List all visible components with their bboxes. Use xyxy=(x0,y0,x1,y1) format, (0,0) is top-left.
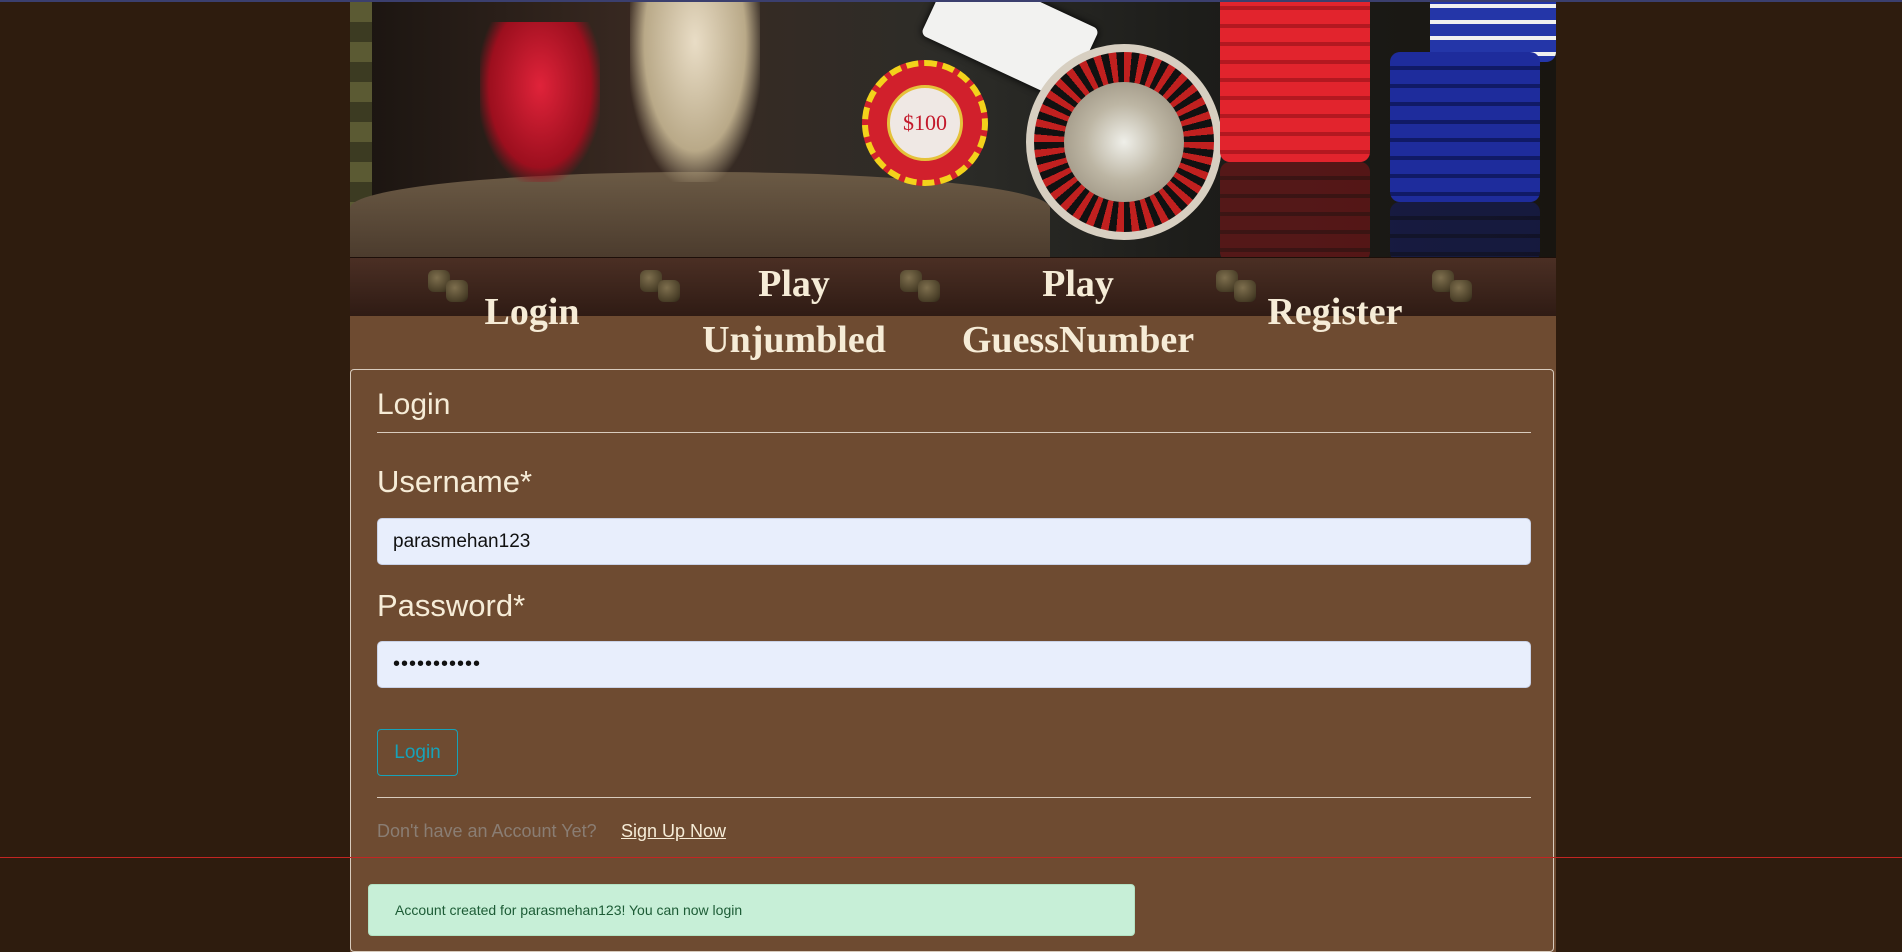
nav-register-label: Register xyxy=(1267,291,1403,333)
bottom-left-background xyxy=(0,858,350,952)
banner-man-figure xyxy=(630,2,760,182)
banner-blue-chip-stack xyxy=(1390,52,1540,202)
password-input[interactable]: ••••••••••• xyxy=(377,641,1531,688)
nav-login-link[interactable]: Login xyxy=(472,284,592,340)
nav-register-link[interactable]: Register xyxy=(1260,284,1410,340)
username-input[interactable]: parasmehan123 xyxy=(377,518,1531,565)
banner-red-chip-reflection xyxy=(1220,162,1370,257)
banner-woman-figure xyxy=(480,22,600,182)
nav-play-unjumbled-line2: Unjumbled xyxy=(702,319,886,361)
nav-play-guessnumber-link[interactable]: Play GuessNumber xyxy=(958,256,1198,368)
dice-icon xyxy=(428,270,474,304)
dice-icon xyxy=(900,270,946,304)
banner-table xyxy=(350,172,1050,257)
banner-blue-chip-reflection xyxy=(1390,202,1540,257)
login-form-card: Login Username* parasmehan123 Password* … xyxy=(350,369,1554,952)
banner-100-chip: $100 xyxy=(862,60,988,186)
login-submit-button[interactable]: Login xyxy=(377,729,458,776)
success-alert-message: Account created for parasmehan123! You c… xyxy=(395,902,743,918)
banner-roulette-wheel xyxy=(1026,44,1222,240)
chip-label: $100 xyxy=(887,85,963,161)
password-value: ••••••••••• xyxy=(393,653,482,675)
signup-link[interactable]: Sign Up Now xyxy=(621,821,726,842)
casino-banner-image: $100 xyxy=(350,2,1556,257)
username-label: Username* xyxy=(377,464,533,499)
nav-play-guessnumber-line2: GuessNumber xyxy=(961,319,1195,361)
username-value: parasmehan123 xyxy=(393,530,531,552)
dice-icon xyxy=(1216,270,1262,304)
nav-play-guessnumber-line1: Play xyxy=(1042,263,1114,305)
form-divider xyxy=(377,797,1531,798)
success-alert: Account created for parasmehan123! You c… xyxy=(368,884,1135,936)
login-submit-label: Login xyxy=(394,741,441,763)
password-label: Password* xyxy=(377,588,526,623)
dice-icon xyxy=(1432,270,1478,304)
nav-login-label: Login xyxy=(484,291,580,333)
nav-play-unjumbled-link[interactable]: Play Unjumbled xyxy=(694,256,894,368)
bottom-right-background xyxy=(1556,858,1902,952)
no-account-text: Don't have an Account Yet? xyxy=(377,821,597,841)
page-container: $100 Login Play Unjumbled Play GuessNumb… xyxy=(350,2,1556,952)
nav-play-unjumbled-line1: Play xyxy=(758,263,830,305)
login-form-title: Login xyxy=(377,388,1531,433)
banner-red-chip-stack xyxy=(1220,2,1370,162)
roulette-hub xyxy=(1064,82,1184,202)
dice-icon xyxy=(640,270,686,304)
